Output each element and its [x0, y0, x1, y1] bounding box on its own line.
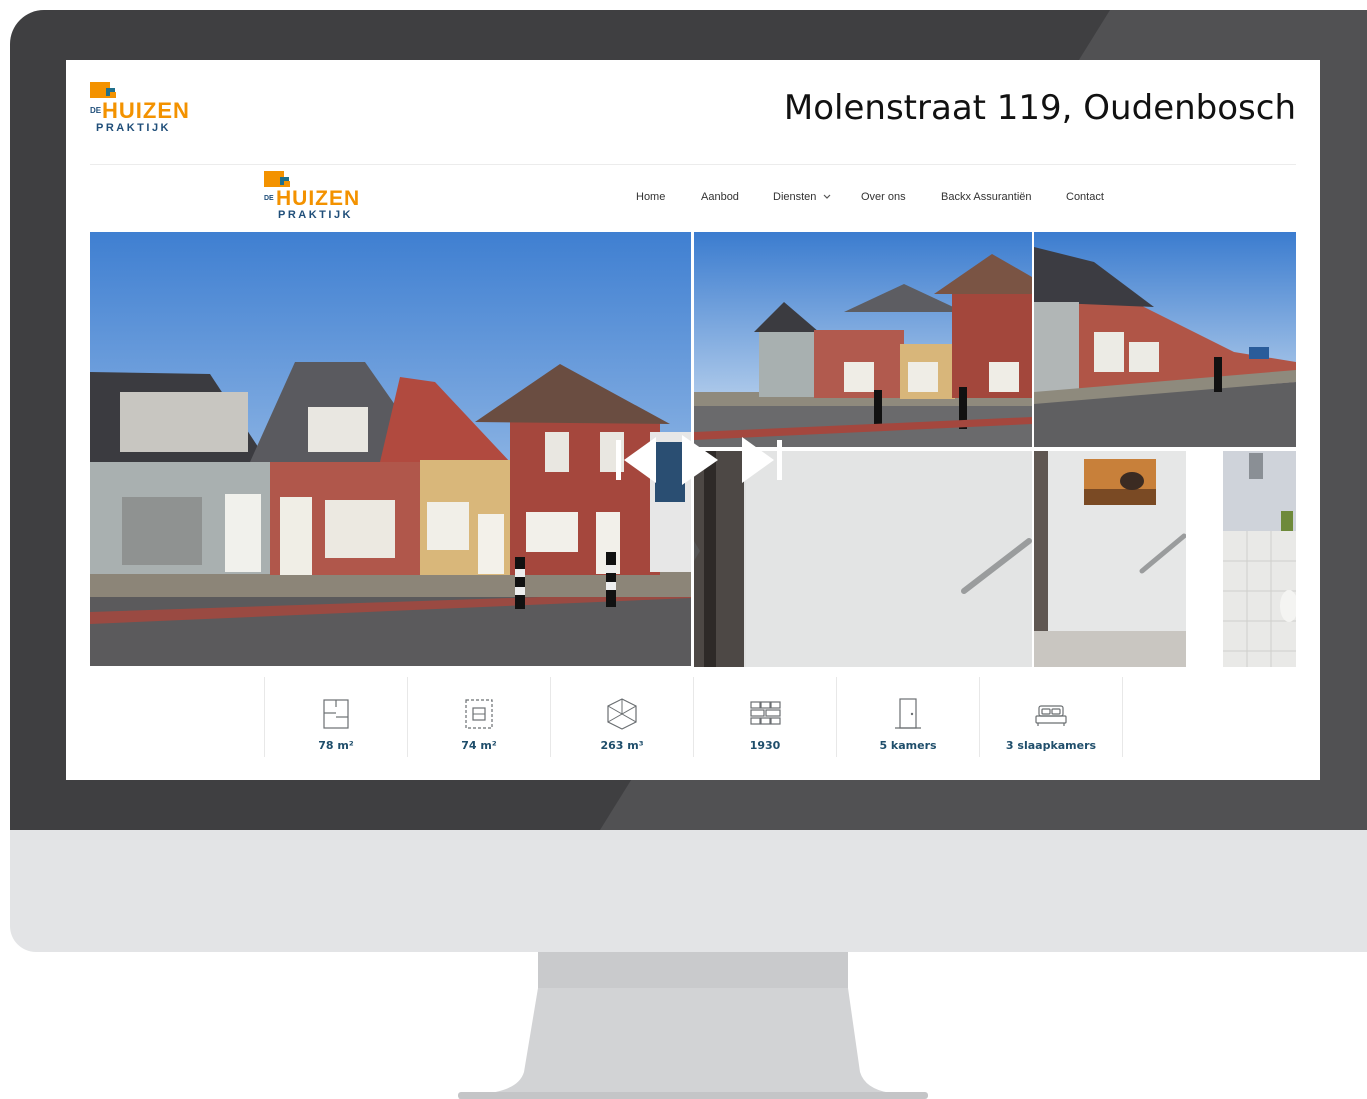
- stat-bedrooms-value: 3 slaapkamers: [1005, 739, 1097, 752]
- stat-bedrooms: 3 slaapkamers: [979, 677, 1123, 757]
- nav-aanbod[interactable]: Aanbod: [701, 191, 739, 203]
- monitor-chin: [10, 830, 1367, 952]
- property-address: Molenstraat 119, Oudenbosch: [783, 88, 1296, 128]
- site-logo-sub: PRAKTIJK: [278, 209, 354, 221]
- screen: DE HUIZEN PRAKTIJK Molenstraat 119, Oude…: [66, 60, 1320, 780]
- exterior-photo-3[interactable]: [1034, 232, 1296, 447]
- site-navbar: DE HUIZEN PRAKTIJK Home Aanbod Diensten …: [90, 165, 1296, 231]
- stat-plot-area: 74 m²: [407, 677, 550, 757]
- nav-diensten[interactable]: Diensten: [773, 191, 831, 203]
- nav-contact[interactable]: Contact: [1066, 191, 1104, 203]
- stat-living-area-value: 78 m²: [318, 739, 354, 752]
- floor-plan-icon: [323, 699, 349, 729]
- stat-build-year-value: 1930: [749, 739, 781, 752]
- play-icon[interactable]: [682, 435, 718, 485]
- skip-back-icon[interactable]: [616, 437, 656, 483]
- stat-plot-area-value: 74 m²: [461, 739, 497, 752]
- skip-forward-icon[interactable]: [742, 437, 782, 483]
- photo-gallery: [90, 232, 1296, 667]
- exterior-photo-2[interactable]: [694, 232, 1032, 447]
- chevron-down-icon: [824, 194, 831, 199]
- stat-living-area: 78 m²: [264, 677, 407, 757]
- brick-wall-icon: [750, 701, 781, 725]
- monitor-stand: [458, 952, 928, 1099]
- main-exterior-photo[interactable]: [90, 232, 691, 666]
- stat-rooms-value: 5 kamers: [879, 739, 937, 752]
- website-frame: DE HUIZEN PRAKTIJK Home Aanbod Diensten …: [90, 164, 1296, 767]
- stat-rooms: 5 kamers: [836, 677, 979, 757]
- cube-volume-icon: [607, 698, 637, 730]
- interior-photo-hallway[interactable]: [1034, 451, 1186, 667]
- nav-over-ons[interactable]: Over ons: [861, 191, 906, 203]
- logo-main: HUIZEN: [102, 98, 190, 123]
- stat-volume: 263 m³: [550, 677, 693, 757]
- site-logo-prefix: DE: [264, 195, 274, 202]
- site-logo-main: HUIZEN: [276, 187, 361, 210]
- logo-prefix: DE: [90, 106, 102, 115]
- site-logo[interactable]: DE HUIZEN PRAKTIJK: [264, 171, 374, 227]
- brand-logo[interactable]: DE HUIZEN PRAKTIJK: [90, 82, 210, 142]
- nav-diensten-label: Diensten: [773, 191, 817, 203]
- plot-area-icon: [465, 699, 493, 729]
- interior-photo-stairs[interactable]: [694, 451, 1032, 667]
- logo-sub: PRAKTIJK: [96, 122, 172, 134]
- nav-home[interactable]: Home: [636, 191, 665, 203]
- interior-photo-toilet[interactable]: [1223, 451, 1296, 667]
- stat-build-year: 1930: [693, 677, 836, 757]
- property-stats: 78 m² 74 m² 263 m³ 1930 5 kamers 3 slaap…: [90, 677, 1296, 767]
- stat-volume-value: 263 m³: [600, 739, 644, 752]
- door-icon: [895, 698, 921, 729]
- bed-icon: [1035, 705, 1067, 726]
- nav-backx-assurantien[interactable]: Backx Assurantiën: [941, 191, 1032, 203]
